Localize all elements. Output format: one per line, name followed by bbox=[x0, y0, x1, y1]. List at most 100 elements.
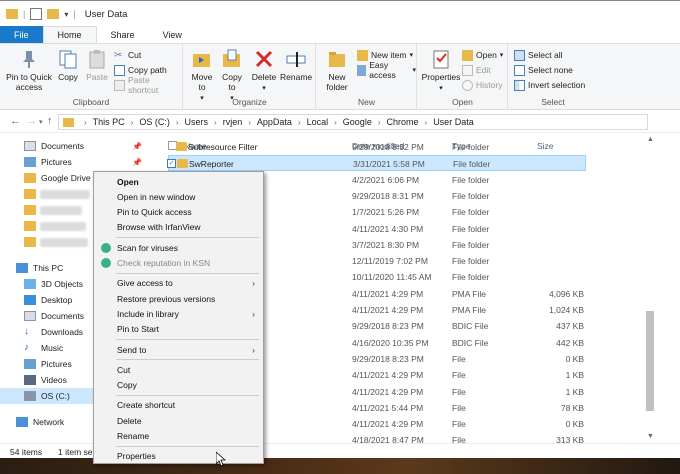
breadcrumb[interactable]: › This PC › OS (C:) › Users › rvjen › AppDat… bbox=[58, 114, 648, 130]
menu-item-include-in-library[interactable]: Include in library › bbox=[94, 306, 263, 321]
file-date: 9/29/2018 8:32 PM bbox=[352, 142, 424, 152]
ribbon: Pin to Quick access Copy Paste ✂ Cut Copy… bbox=[0, 44, 680, 110]
menu-item-pin-to-start[interactable]: Pin to Start bbox=[94, 322, 263, 337]
breadcrumb-item[interactable]: OS (C:) bbox=[139, 117, 170, 127]
menu-item-delete[interactable]: Delete bbox=[94, 413, 263, 428]
file-date: 4/16/2020 10:35 PM bbox=[352, 337, 429, 348]
scroll-up-icon[interactable]: ▲ bbox=[647, 136, 654, 143]
rename-button[interactable]: Rename bbox=[280, 48, 312, 82]
documents-icon bbox=[24, 311, 36, 321]
nav-label: Pictures bbox=[41, 157, 72, 167]
breadcrumb-item[interactable]: Google bbox=[343, 117, 372, 127]
file-type: File folder bbox=[452, 239, 490, 250]
scrollbar-thumb[interactable] bbox=[646, 311, 654, 411]
menu-item-copy[interactable]: Copy bbox=[94, 378, 263, 393]
properties-button[interactable]: Properties ▾ bbox=[421, 48, 461, 94]
file-type: File folder bbox=[452, 272, 490, 283]
menu-item-rename[interactable]: Rename bbox=[94, 429, 263, 444]
quick-access-dropdown-icon[interactable]: ▾ bbox=[64, 10, 68, 19]
file-name: SwReporter bbox=[189, 159, 234, 170]
tab-share[interactable]: Share bbox=[97, 26, 149, 43]
breadcrumb-item[interactable]: Chrome bbox=[387, 117, 419, 127]
breadcrumb-item[interactable]: Users bbox=[185, 117, 209, 127]
breadcrumb-item[interactable]: This PC bbox=[93, 117, 125, 127]
file-date: 3/31/2021 5:58 PM bbox=[353, 159, 425, 170]
menu-item-create-shortcut[interactable]: Create shortcut bbox=[94, 398, 263, 413]
history-button[interactable]: History bbox=[462, 78, 502, 92]
file-size: 1 KB bbox=[565, 370, 584, 381]
row-checkbox[interactable]: ✓ bbox=[167, 159, 176, 169]
easy-access-button[interactable]: Easy access ▾ bbox=[357, 60, 416, 80]
pin-button[interactable]: Pin to Quick access bbox=[4, 48, 54, 92]
copy-to-button[interactable]: Copy to ▾ bbox=[218, 48, 246, 104]
menu-item-open[interactable]: Open bbox=[94, 174, 263, 189]
select-all-icon bbox=[514, 49, 525, 61]
folder-icon bbox=[24, 173, 36, 183]
tab-view[interactable]: View bbox=[149, 26, 196, 43]
nav-label: Documents bbox=[41, 311, 84, 321]
menu-item-cut[interactable]: Cut bbox=[94, 362, 263, 377]
menu-item-label: Properties bbox=[117, 451, 156, 462]
separator: | bbox=[23, 9, 26, 19]
chevron-right-icon: › bbox=[252, 308, 255, 319]
scroll-down-icon[interactable]: ▼ bbox=[647, 433, 654, 440]
chevron-right-icon: › bbox=[377, 117, 381, 127]
copy-path-label: Copy path bbox=[128, 65, 167, 75]
breadcrumb-item[interactable]: AppData bbox=[257, 117, 292, 127]
back-arrow-icon[interactable]: ← bbox=[10, 115, 21, 127]
up-arrow-icon[interactable]: ↑ bbox=[47, 115, 53, 127]
select-all-button[interactable]: Select all bbox=[514, 48, 563, 62]
recent-dropdown-icon[interactable]: ▾ bbox=[39, 118, 43, 126]
nav-label: Pictures bbox=[41, 359, 72, 369]
new-folder-label: New folder bbox=[326, 72, 348, 92]
cut-button[interactable]: ✂ Cut bbox=[114, 48, 141, 62]
menu-item-browse-with-irfanview[interactable]: Browse with IrfanView bbox=[94, 220, 263, 235]
delete-button[interactable]: Delete ▾ bbox=[250, 48, 278, 94]
nav-item-documents[interactable]: Documents 📌 bbox=[0, 138, 158, 154]
new-folder-quick-icon[interactable] bbox=[47, 9, 60, 19]
new-folder-button[interactable]: New folder bbox=[321, 48, 353, 92]
blurred-label bbox=[40, 190, 90, 199]
menu-item-give-access-to[interactable]: Give access to › bbox=[94, 276, 263, 291]
kaspersky-icon bbox=[101, 258, 111, 268]
chevron-right-icon: › bbox=[297, 117, 301, 127]
tab-home[interactable]: Home bbox=[42, 26, 97, 43]
menu-item-restore-previous-versions[interactable]: Restore previous versions bbox=[94, 291, 263, 306]
copy-to-icon bbox=[223, 49, 240, 67]
paste-shortcut-button[interactable]: Paste shortcut bbox=[114, 75, 182, 95]
table-row[interactable]: ✓ SwReporter 3/31/2021 5:58 PM File folder bbox=[167, 155, 586, 172]
paste-button[interactable]: Paste bbox=[84, 48, 110, 82]
menu-item-open-in-new-window[interactable]: Open in new window bbox=[94, 189, 263, 204]
file-type: File folder bbox=[453, 159, 491, 170]
tab-file[interactable]: File bbox=[0, 26, 43, 43]
folder-icon bbox=[24, 189, 36, 199]
menu-item-properties[interactable]: Properties bbox=[94, 449, 263, 464]
breadcrumb-item[interactable]: Local bbox=[307, 117, 329, 127]
forward-arrow-icon[interactable]: → bbox=[26, 115, 37, 127]
open-button[interactable]: Open ▾ bbox=[462, 48, 503, 62]
breadcrumb-item[interactable]: User Data bbox=[433, 117, 474, 127]
menu-item-send-to[interactable]: Send to › bbox=[94, 342, 263, 357]
group-new: New folder New item ▾ Easy access ▾ New bbox=[317, 44, 417, 110]
open-group-label: Open bbox=[452, 97, 473, 107]
drive-icon bbox=[24, 391, 36, 401]
breadcrumb-item[interactable]: rvjen bbox=[223, 117, 243, 127]
folder-icon bbox=[6, 9, 18, 19]
copy-button[interactable]: Copy bbox=[56, 48, 80, 82]
pin-icon bbox=[23, 51, 35, 68]
move-to-label: Move to bbox=[191, 72, 213, 92]
file-type: File folder bbox=[452, 256, 490, 267]
file-size: 442 KB bbox=[556, 337, 584, 348]
menu-item-scan-for-viruses[interactable]: Scan for viruses bbox=[94, 240, 263, 255]
menu-item-check-reputation-in-ksn[interactable]: Check reputation in KSN bbox=[94, 256, 263, 271]
move-to-button[interactable]: Move to ▾ bbox=[188, 48, 216, 104]
nav-item-pictures[interactable]: Pictures 📌 bbox=[0, 154, 158, 170]
invert-selection-button[interactable]: Invert selection bbox=[514, 78, 585, 92]
properties-quick-icon[interactable] bbox=[30, 8, 43, 20]
menu-item-pin-to-quick-access[interactable]: Pin to Quick access bbox=[94, 205, 263, 220]
table-row[interactable]: Subresource Filter 9/29/2018 8:32 PM File … bbox=[168, 139, 586, 155]
rename-label: Rename bbox=[280, 72, 313, 82]
select-none-button[interactable]: Select none bbox=[514, 63, 573, 77]
edit-button[interactable]: Edit bbox=[462, 63, 491, 77]
file-size: 0 KB bbox=[565, 419, 584, 430]
